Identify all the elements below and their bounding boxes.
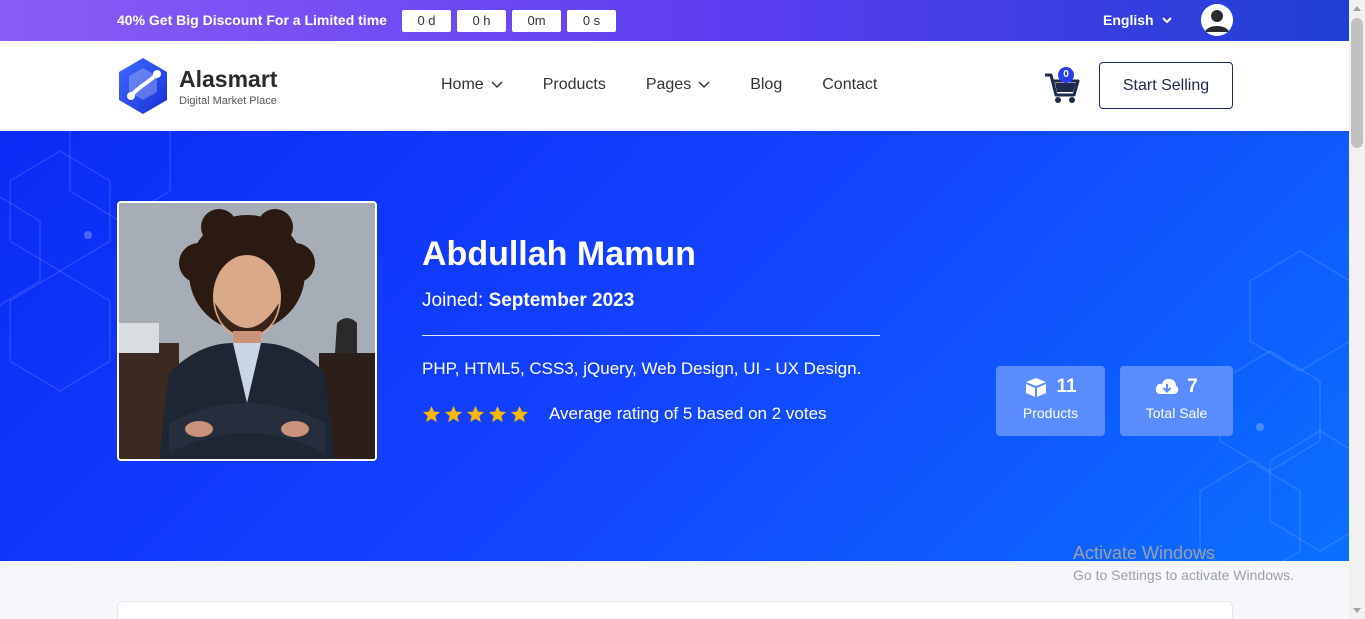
countdown-timer: 0 d 0 h 0m 0 s <box>402 10 616 32</box>
rating-stars <box>422 405 529 424</box>
rating-text: Average rating of 5 based on 2 votes <box>549 404 827 423</box>
joined-info: Joined: September 2023 <box>422 290 634 312</box>
cart-count-badge: 0 <box>1058 67 1074 83</box>
countdown-days: 0 d <box>402 10 451 32</box>
nav-item-label: Products <box>542 76 606 93</box>
start-selling-button[interactable]: Start Selling <box>1099 62 1233 109</box>
countdown-seconds: 0 s <box>567 10 616 32</box>
nav-item-products[interactable]: Products <box>543 76 606 94</box>
content-card <box>117 601 1233 619</box>
main-nav: Home Products Pages Blog Contact <box>441 76 877 94</box>
total-sale-stat: 7 Total Sale <box>1120 366 1233 436</box>
chevron-down-icon <box>491 81 503 89</box>
total-sale-count: 7 <box>1187 376 1198 397</box>
star-icon <box>466 405 485 422</box>
scroll-up-arrow-icon[interactable] <box>1353 6 1361 11</box>
star-icon <box>510 405 529 422</box>
nav-item-blog[interactable]: Blog <box>750 76 782 94</box>
profile-divider <box>422 335 880 336</box>
activate-windows-watermark: Activate Windows Go to Settings to activ… <box>1073 543 1294 583</box>
seller-hero: Abdullah Mamun Joined: September 2023 PH… <box>0 131 1349 561</box>
cloud-download-icon <box>1156 378 1179 394</box>
joined-label: Joined: <box>422 290 484 311</box>
countdown-minutes: 0m <box>512 10 561 32</box>
watermark-subtitle: Go to Settings to activate Windows. <box>1073 567 1294 583</box>
chevron-down-icon <box>1161 17 1172 24</box>
logo-mark-icon <box>119 58 167 114</box>
brand-name: Alasmart <box>179 65 278 92</box>
scrollbar-thumb[interactable] <box>1351 18 1363 148</box>
nav-item-label: Blog <box>750 76 783 93</box>
seller-portrait-image <box>119 203 375 459</box>
nav-item-label: Contact <box>822 76 878 93</box>
boxes-icon <box>1026 378 1047 397</box>
brand-logo[interactable]: Alasmart Digital Market Place <box>117 56 277 116</box>
brand-tagline: Digital Market Place <box>179 94 277 107</box>
user-account-icon[interactable] <box>1201 4 1233 36</box>
seller-rating: Average rating of 5 based on 2 votes <box>422 404 827 424</box>
products-count: 11 <box>1056 376 1077 397</box>
countdown-hours: 0 h <box>457 10 506 32</box>
promo-text: 40% Get Big Discount For a Limited time <box>117 12 387 28</box>
star-icon <box>422 405 441 422</box>
nav-item-label: Pages <box>645 76 692 93</box>
scroll-down-arrow-icon[interactable] <box>1353 608 1361 613</box>
products-label: Products <box>1022 405 1079 421</box>
watermark-title: Activate Windows <box>1073 543 1216 563</box>
star-icon <box>444 405 463 422</box>
products-stat: 11 Products <box>996 366 1105 436</box>
nav-item-contact[interactable]: Contact <box>822 76 877 94</box>
language-selector[interactable]: English <box>1103 12 1172 28</box>
seller-skills: PHP, HTML5, CSS3, jQuery, Web Design, UI… <box>422 359 862 378</box>
nav-item-pages[interactable]: Pages <box>646 76 710 94</box>
total-sale-label: Total Sale <box>1145 405 1208 421</box>
star-icon <box>488 405 507 422</box>
promo-bar: 40% Get Big Discount For a Limited time … <box>0 0 1349 41</box>
joined-date: September 2023 <box>488 290 635 311</box>
site-header: Alasmart Digital Market Place Home Produ… <box>0 41 1349 131</box>
nav-item-home[interactable]: Home <box>441 76 503 94</box>
language-label: English <box>1103 12 1154 28</box>
seller-name: Abdullah Mamun <box>422 235 696 273</box>
seller-photo <box>117 201 377 461</box>
chevron-down-icon <box>698 81 710 89</box>
nav-item-label: Home <box>441 76 484 93</box>
